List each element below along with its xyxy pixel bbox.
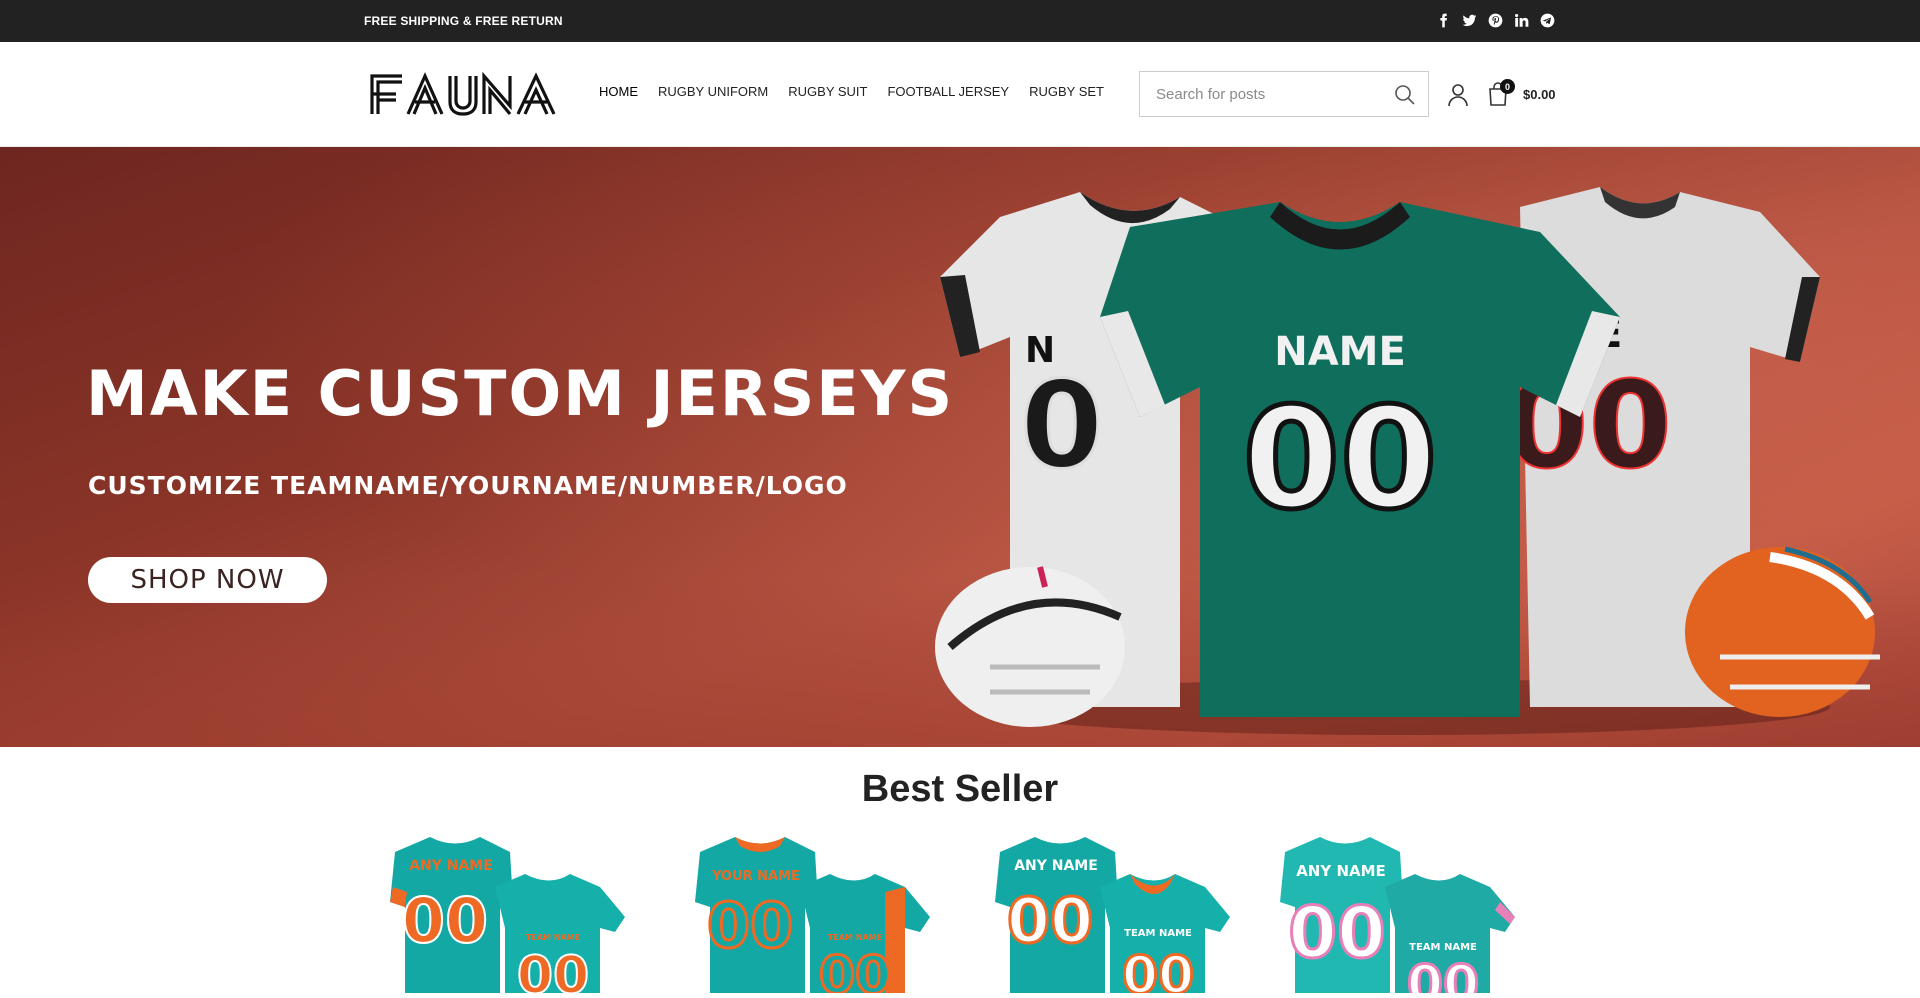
facebook-icon[interactable] xyxy=(1434,11,1452,29)
cart-button[interactable]: 0 $0.00 xyxy=(1487,79,1561,108)
nav-rugby-suit[interactable]: RUGBY SUIT xyxy=(788,84,867,99)
fauna-logo[interactable] xyxy=(368,70,576,118)
svg-text:00: 00 xyxy=(1407,955,1479,993)
svg-text:TEAM NAME: TEAM NAME xyxy=(526,933,580,942)
best-seller-title: Best Seller xyxy=(861,768,1059,810)
main-nav: HOME RUGBY UNIFORM RUGBY SUIT FOOTBALL J… xyxy=(599,84,1124,99)
product-image-4: ANY NAME 00 TEAM NAME 00 xyxy=(1280,837,1515,998)
product-card-3[interactable]: ANY NAME 00 TEAM NAME 00 xyxy=(990,832,1250,998)
nav-home[interactable]: HOME xyxy=(599,84,638,99)
hero-subtitle: CUSTOMIZE TEAMNAME/YOURNAME/NUMBER/LOGO xyxy=(88,471,848,500)
svg-text:YOUR NAME: YOUR NAME xyxy=(711,869,800,884)
search-icon[interactable] xyxy=(1394,84,1416,106)
site-header: HOME RUGBY UNIFORM RUGBY SUIT FOOTBALL J… xyxy=(0,42,1920,147)
svg-text:00: 00 xyxy=(707,889,793,962)
top-bar: FREE SHIPPING & FREE RETURN xyxy=(0,0,1920,42)
nav-rugby-uniform[interactable]: RUGBY UNIFORM xyxy=(658,84,768,99)
svg-text:ANY NAME: ANY NAME xyxy=(1296,862,1386,880)
cart-count-badge: 0 xyxy=(1500,79,1515,94)
svg-text:00: 00 xyxy=(1243,378,1438,541)
search-input[interactable] xyxy=(1156,72,1386,116)
hero-banner: N 0 E 00 NAME 00 xyxy=(0,147,1920,747)
svg-text:ANY NAME: ANY NAME xyxy=(409,858,493,874)
best-seller-products: ANY NAME 00 TEAM NAME 00 YOUR NAME 00 TE… xyxy=(0,832,1920,998)
svg-text:00: 00 xyxy=(1122,946,1194,993)
product-card-1[interactable]: ANY NAME 00 TEAM NAME 00 xyxy=(385,832,645,998)
cart-total: $0.00 xyxy=(1523,87,1556,102)
product-image-1: ANY NAME 00 TEAM NAME 00 xyxy=(390,837,625,998)
search-box xyxy=(1139,71,1429,117)
white-helmet xyxy=(935,566,1125,727)
svg-text:0: 0 xyxy=(1020,357,1104,496)
svg-text:00: 00 xyxy=(819,946,891,993)
social-links xyxy=(1434,11,1556,29)
twitter-icon[interactable] xyxy=(1460,11,1478,29)
svg-text:TEAM NAME: TEAM NAME xyxy=(828,933,882,942)
nav-rugby-set[interactable]: RUGBY SET xyxy=(1029,84,1104,99)
product-image-3: ANY NAME 00 TEAM NAME 00 xyxy=(995,837,1230,998)
promo-text: FREE SHIPPING & FREE RETURN xyxy=(364,14,563,28)
linkedin-icon[interactable] xyxy=(1512,11,1530,29)
orange-helmet xyxy=(1685,546,1880,717)
shop-now-button[interactable]: SHOP NOW xyxy=(88,557,327,603)
nav-football-jersey[interactable]: FOOTBALL JERSEY xyxy=(887,84,1009,99)
user-icon[interactable] xyxy=(1447,83,1469,107)
pinterest-icon[interactable] xyxy=(1486,11,1504,29)
product-card-4[interactable]: ANY NAME 00 TEAM NAME 00 xyxy=(1275,832,1535,998)
svg-text:ANY NAME: ANY NAME xyxy=(1014,858,1098,874)
svg-text:NAME: NAME xyxy=(1274,329,1406,375)
product-card-2[interactable]: YOUR NAME 00 TEAM NAME 00 xyxy=(690,832,950,998)
svg-text:00: 00 xyxy=(517,946,589,993)
hero-title: MAKE CUSTOM JERSEYS xyxy=(86,357,955,430)
svg-text:TEAM NAME: TEAM NAME xyxy=(1124,928,1192,939)
svg-text:00: 00 xyxy=(1288,892,1385,974)
product-image-2: YOUR NAME 00 TEAM NAME 00 xyxy=(695,837,930,998)
jerseys-and-helmets-image: N 0 E 00 NAME 00 xyxy=(935,187,1880,735)
svg-text:TEAM NAME: TEAM NAME xyxy=(1409,942,1477,953)
telegram-icon[interactable] xyxy=(1538,11,1556,29)
svg-text:00: 00 xyxy=(1007,884,1093,957)
svg-text:00: 00 xyxy=(402,884,488,957)
